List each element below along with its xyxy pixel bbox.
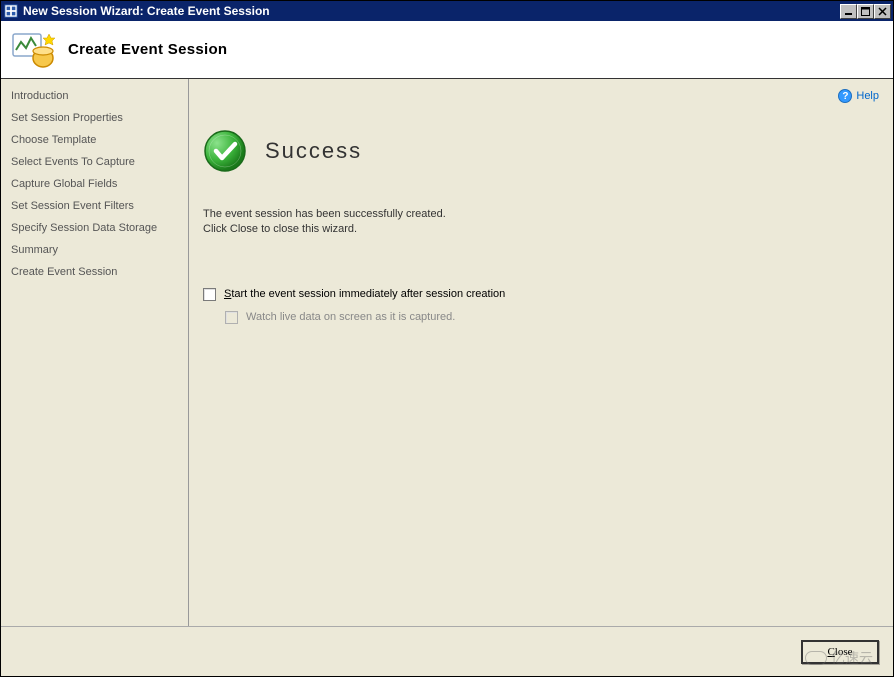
close-button[interactable] <box>874 4 891 19</box>
nav-choose-template[interactable]: Choose Template <box>1 129 188 151</box>
nav-specify-storage[interactable]: Specify Session Data Storage <box>1 217 188 239</box>
help-link[interactable]: ? Help <box>838 89 879 103</box>
nav-summary[interactable]: Summary <box>1 239 188 261</box>
wizard-header-icon <box>11 30 56 70</box>
success-message-line1: The event session has been successfully … <box>203 207 879 222</box>
options-block: Start the event session immediately afte… <box>203 288 879 324</box>
wizard-nav-sidebar: Introduction Set Session Properties Choo… <box>1 79 189 626</box>
nav-set-session-properties[interactable]: Set Session Properties <box>1 107 188 129</box>
wizard-header: Create Event Session <box>1 21 893 79</box>
success-icon <box>203 129 247 173</box>
watch-live-option-row: Watch live data on screen as it is captu… <box>225 311 879 324</box>
success-message-line2: Click Close to close this wizard. <box>203 222 879 237</box>
window-title: New Session Wizard: Create Event Session <box>23 4 840 18</box>
maximize-button[interactable] <box>857 4 874 19</box>
minimize-button[interactable] <box>840 4 857 19</box>
success-heading: Success <box>265 138 362 164</box>
wizard-footer: Close <box>1 626 893 676</box>
title-bar: New Session Wizard: Create Event Session <box>1 1 893 21</box>
close-wizard-button[interactable]: Close <box>801 640 879 664</box>
nav-select-events[interactable]: Select Events To Capture <box>1 151 188 173</box>
nav-set-event-filters[interactable]: Set Session Event Filters <box>1 195 188 217</box>
wizard-title: Create Event Session <box>68 41 227 58</box>
nav-create-event-session[interactable]: Create Event Session <box>1 261 188 283</box>
nav-capture-global-fields[interactable]: Capture Global Fields <box>1 173 188 195</box>
wizard-body: Introduction Set Session Properties Choo… <box>1 79 893 626</box>
app-icon <box>3 3 19 19</box>
success-row: Success <box>203 129 879 173</box>
wizard-main-panel: ? Help Success <box>189 79 893 626</box>
start-session-label: Start the event session immediately afte… <box>224 288 505 300</box>
nav-introduction[interactable]: Introduction <box>1 85 188 107</box>
window-controls <box>840 4 891 19</box>
success-message: The event session has been successfully … <box>203 207 879 238</box>
start-session-checkbox[interactable] <box>203 288 216 301</box>
help-icon: ? <box>838 89 852 103</box>
watch-live-checkbox <box>225 311 238 324</box>
watch-live-label: Watch live data on screen as it is captu… <box>246 311 455 323</box>
start-session-option-row: Start the event session immediately afte… <box>203 288 879 301</box>
help-label: Help <box>856 90 879 102</box>
